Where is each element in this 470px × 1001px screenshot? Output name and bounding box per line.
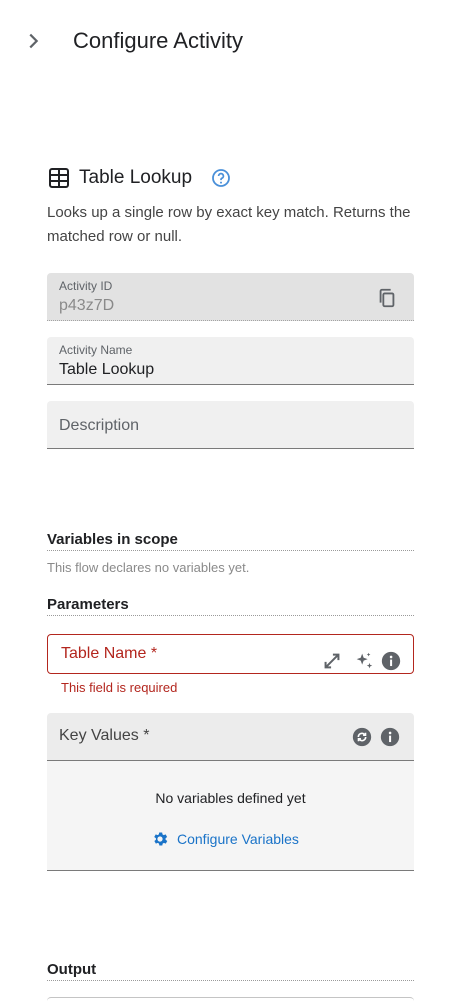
description-field[interactable]: Description (47, 401, 414, 449)
table-name-error: This field is required (61, 680, 178, 695)
help-icon[interactable] (211, 168, 231, 188)
page-title: Configure Activity (73, 28, 243, 53)
info-icon[interactable] (380, 650, 402, 672)
activity-id-value: p43z7D (59, 297, 115, 314)
table-name-label[interactable]: Table Name * (61, 645, 157, 663)
activity-title: Table Lookup (79, 167, 193, 188)
key-values-empty-text: No variables defined yet (155, 790, 306, 806)
variables-section-title: Variables in scope (47, 531, 414, 551)
table-name-field[interactable]: Table Name * (47, 634, 414, 674)
activity-name-field[interactable]: Activity Name Table Lookup (47, 337, 414, 385)
expand-icon[interactable] (321, 650, 343, 672)
activity-id-field: Activity ID p43z7D (47, 273, 414, 321)
activity-description: Looks up a single row by exact key match… (47, 204, 411, 245)
output-section-title: Output (47, 961, 414, 981)
description-placeholder[interactable]: Description (59, 417, 139, 435)
variables-empty-text: This flow declares no variables yet. (47, 560, 250, 575)
key-values-header[interactable]: Key Values * (47, 713, 414, 761)
parameters-section-title: Parameters (47, 596, 414, 616)
copy-icon[interactable] (376, 287, 398, 309)
sparkle-icon[interactable] (353, 650, 375, 672)
key-values-body: No variables defined yet Configure Varia… (47, 761, 414, 871)
configure-variables-label[interactable]: Configure Variables (177, 831, 299, 847)
gear-icon (151, 830, 169, 848)
output-field-edge (47, 997, 414, 1001)
collapse-chevron-icon[interactable] (22, 30, 44, 52)
table-icon (48, 167, 70, 189)
configure-variables-button[interactable]: Configure Variables (151, 828, 299, 850)
activity-id-label: Activity ID (59, 279, 113, 293)
activity-name-value[interactable]: Table Lookup (59, 361, 154, 379)
info-icon[interactable] (379, 726, 401, 748)
activity-name-label: Activity Name (59, 343, 133, 357)
key-values-label: Key Values * (59, 727, 150, 744)
refresh-icon[interactable] (351, 726, 373, 748)
